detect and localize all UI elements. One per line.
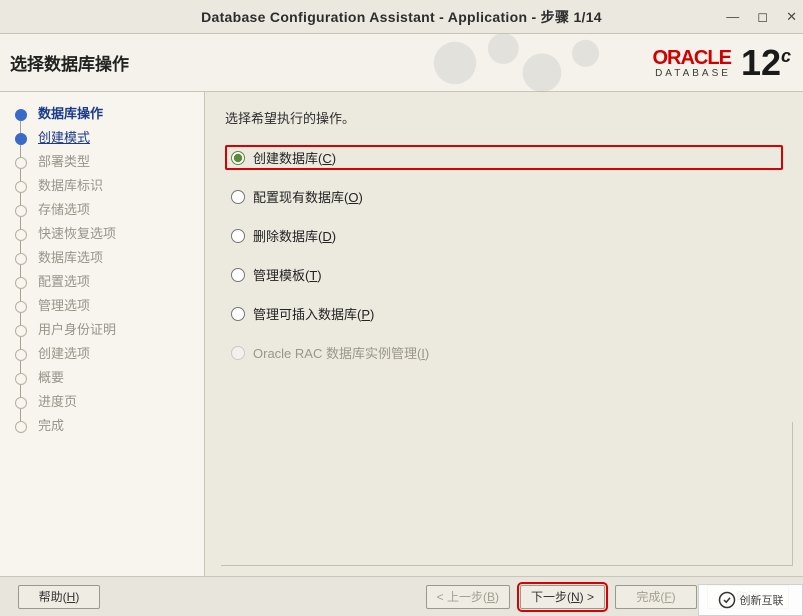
step-label: 管理选项 (38, 298, 90, 313)
close-icon[interactable]: ✕ (786, 9, 797, 25)
operation-option[interactable]: 配置现有数据库(O) (225, 184, 783, 209)
logo-text-main: ORACLE (652, 47, 730, 69)
operation-label: 管理可插入数据库(P) (253, 304, 374, 323)
watermark: 创新互联 (698, 584, 803, 616)
step-item[interactable]: 创建模式 (14, 126, 204, 150)
step-label: 快速恢复选项 (38, 226, 116, 241)
operation-radio[interactable] (231, 307, 245, 321)
prompt-text: 选择希望执行的操作。 (225, 108, 783, 127)
step-list: 数据库操作创建模式部署类型数据库标识存储选项快速恢复选项数据库选项配置选项管理选… (14, 102, 204, 438)
window-controls: — ◻ ✕ (726, 0, 797, 33)
back-button: < 上一步(B) (426, 585, 510, 609)
step-item: 快速恢复选项 (14, 222, 204, 246)
operation-option[interactable]: 删除数据库(D) (225, 223, 783, 248)
step-label: 进度页 (38, 394, 77, 409)
main: 数据库操作创建模式部署类型数据库标识存储选项快速恢复选项数据库选项配置选项管理选… (0, 92, 803, 576)
step-label: 存储选项 (38, 202, 90, 217)
step-item: 完成 (14, 414, 204, 438)
step-label: 概要 (38, 370, 64, 385)
operation-option: Oracle RAC 数据库实例管理(I) (225, 340, 783, 365)
logo-version: 12c (741, 42, 791, 84)
window-title: Database Configuration Assistant - Appli… (201, 7, 602, 27)
operation-label: 管理模板(T) (253, 265, 322, 284)
maximize-icon[interactable]: ◻ (757, 9, 768, 25)
step-label: 创建选项 (38, 346, 90, 361)
step-item: 进度页 (14, 390, 204, 414)
step-item: 部署类型 (14, 150, 204, 174)
finish-button: 完成(F) (615, 585, 697, 609)
header: 选择数据库操作 ORACLE DATABASE 12c (0, 34, 803, 92)
operation-label: 创建数据库(C) (253, 148, 336, 167)
step-item: 数据库选项 (14, 246, 204, 270)
sidebar: 数据库操作创建模式部署类型数据库标识存储选项快速恢复选项数据库选项配置选项管理选… (0, 92, 205, 576)
operation-radio (231, 346, 245, 360)
help-button[interactable]: 帮助(H) (18, 585, 100, 609)
step-item: 存储选项 (14, 198, 204, 222)
watermark-icon (718, 591, 736, 609)
operation-option[interactable]: 管理模板(T) (225, 262, 783, 287)
operation-radio[interactable] (231, 268, 245, 282)
step-item: 用户身份证明 (14, 318, 204, 342)
step-label: 数据库选项 (38, 250, 103, 265)
step-item: 概要 (14, 366, 204, 390)
next-button[interactable]: 下一步(N) > (520, 585, 605, 609)
step-label: 创建模式 (38, 130, 90, 145)
minimize-icon[interactable]: — (726, 9, 739, 24)
operation-radio[interactable] (231, 229, 245, 243)
step-item: 管理选项 (14, 294, 204, 318)
titlebar: Database Configuration Assistant - Appli… (0, 0, 803, 34)
operation-radio[interactable] (231, 151, 245, 165)
operation-label: Oracle RAC 数据库实例管理(I) (253, 343, 429, 362)
page-title: 选择数据库操作 (10, 50, 129, 75)
decorative-gears (413, 34, 613, 92)
content-border (221, 422, 793, 566)
operation-option[interactable]: 管理可插入数据库(P) (225, 301, 783, 326)
operation-label: 删除数据库(D) (253, 226, 336, 245)
step-label: 部署类型 (38, 154, 90, 169)
step-item: 配置选项 (14, 270, 204, 294)
operation-label: 配置现有数据库(O) (253, 187, 363, 206)
step-item[interactable]: 数据库操作 (14, 102, 204, 126)
step-item: 数据库标识 (14, 174, 204, 198)
step-label: 数据库操作 (38, 106, 103, 121)
operation-option[interactable]: 创建数据库(C) (225, 145, 783, 170)
step-label: 配置选项 (38, 274, 90, 289)
step-label: 数据库标识 (38, 178, 103, 193)
logo: ORACLE DATABASE 12c (652, 42, 791, 84)
operation-radio[interactable] (231, 190, 245, 204)
watermark-text: 创新互联 (740, 592, 784, 608)
logo-text-sub: DATABASE (652, 68, 730, 79)
step-label: 完成 (38, 418, 64, 433)
step-item: 创建选项 (14, 342, 204, 366)
content-pane: 选择希望执行的操作。 创建数据库(C) 配置现有数据库(O) 删除数据库(D) 管理模… (205, 92, 803, 576)
radio-group: 创建数据库(C) 配置现有数据库(O) 删除数据库(D) 管理模板(T) 管理可插入数据… (225, 145, 783, 365)
step-label: 用户身份证明 (38, 322, 116, 337)
footer: 帮助(H) < 上一步(B) 下一步(N) > 完成(F) 取消 (0, 576, 803, 616)
